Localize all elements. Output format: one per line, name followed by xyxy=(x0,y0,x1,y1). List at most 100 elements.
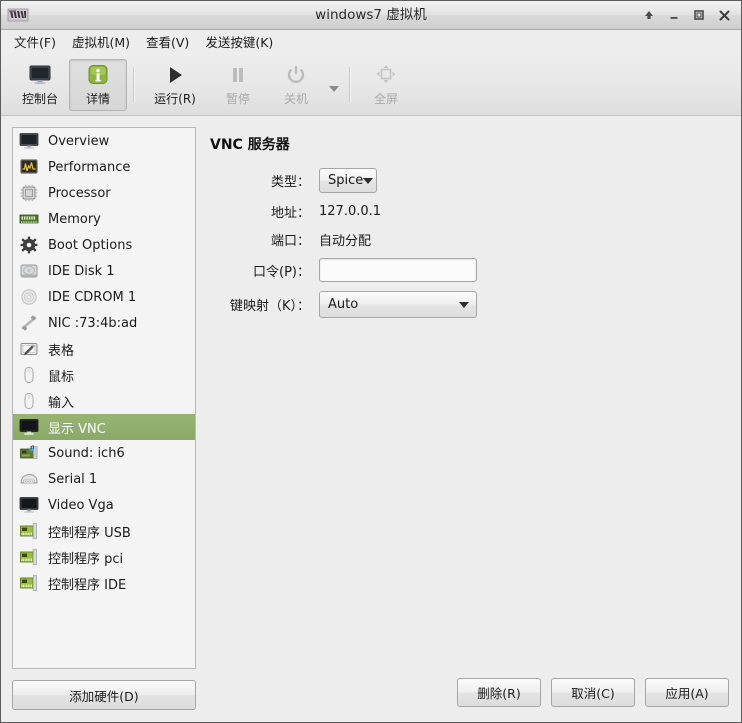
chevron-down-icon xyxy=(363,177,374,184)
toolbar: 控制台 详情 运行(R) 暂停 关机 全屏 xyxy=(1,54,741,116)
sidebar-item-controller-ide[interactable]: 控制程序 IDE xyxy=(13,570,195,596)
password-input[interactable] xyxy=(319,258,477,282)
sidebar-item-display-vnc[interactable]: 显示 VNC xyxy=(13,414,195,440)
toolbar-fullscreen-button[interactable]: 全屏 xyxy=(357,59,415,111)
menu-file[interactable]: 文件(F) xyxy=(6,32,64,53)
sidebar-item-nic[interactable]: NIC :73:4b:ad xyxy=(13,310,195,336)
add-hardware-button[interactable]: 添加硬件(D) xyxy=(12,680,196,710)
toolbar-pause-label: 暂停 xyxy=(225,91,250,106)
toolbar-details-button[interactable]: 详情 xyxy=(69,58,127,111)
delete-button[interactable]: 删除(R) xyxy=(457,677,541,707)
tablet-pen-icon xyxy=(18,339,40,359)
pause-icon xyxy=(226,63,250,87)
controller-card-icon xyxy=(18,573,40,593)
close-button[interactable] xyxy=(716,7,732,23)
sidebar-item-label: NIC :73:4b:ad xyxy=(48,315,138,331)
type-label: 类型： xyxy=(270,175,310,190)
toolbar-console-button[interactable]: 控制台 xyxy=(11,59,69,111)
toolbar-shutdown-dropdown-arrow[interactable] xyxy=(325,59,343,111)
controller-card-icon xyxy=(18,547,40,567)
keymap-value: Auto xyxy=(328,297,359,312)
page-title: VNC 服务器 xyxy=(210,137,290,153)
sidebar-item-label: Memory xyxy=(48,211,101,227)
port-label: 端口： xyxy=(270,234,310,249)
sidebar-item-label: IDE Disk 1 xyxy=(48,263,115,279)
gear-icon xyxy=(18,235,40,255)
sidebar-item-mouse[interactable]: 鼠标 xyxy=(13,362,195,388)
keymap-combo-wrap: Auto xyxy=(319,291,570,318)
type-combo[interactable]: Spice xyxy=(319,168,377,193)
shade-button[interactable] xyxy=(641,7,657,23)
fullscreen-icon xyxy=(374,63,398,87)
toolbar-shutdown-label: 关机 xyxy=(283,91,308,106)
window-title: windows7 虚拟机 xyxy=(315,7,427,23)
window-controls xyxy=(641,7,741,23)
monitor-icon xyxy=(28,63,52,87)
toolbar-fullscreen-label: 全屏 xyxy=(373,91,398,106)
menu-view[interactable]: 查看(V) xyxy=(138,32,197,53)
sidebar-item-label: Sound: ich6 xyxy=(48,445,125,461)
toolbar-shutdown-button[interactable]: 关机 xyxy=(267,59,325,111)
address-value: 127.0.0.1 xyxy=(319,204,382,219)
sidebar-item-ide-disk-1[interactable]: IDE Disk 1 xyxy=(13,258,195,284)
sound-card-icon xyxy=(18,443,40,463)
sidebar-item-label: 显示 VNC xyxy=(48,421,106,437)
serial-port-icon xyxy=(18,469,40,489)
password-label: 口令(P)： xyxy=(253,264,310,280)
sidebar-item-boot-options[interactable]: Boot Options xyxy=(13,232,195,258)
cdrom-disc-icon xyxy=(18,287,40,307)
left-column: Overview Performance Processor Memory Bo… xyxy=(12,127,196,722)
sidebar-item-sound[interactable]: Sound: ich6 xyxy=(13,440,195,466)
type-combo-wrap: Spice xyxy=(319,168,570,193)
sidebar-item-performance[interactable]: Performance xyxy=(13,154,195,180)
menu-virtual-machine[interactable]: 虚拟机(M) xyxy=(64,32,138,53)
chevron-down-icon xyxy=(459,301,469,308)
sidebar-item-video-vga[interactable]: Video Vga xyxy=(13,492,195,518)
toolbar-separator-1 xyxy=(133,66,135,103)
hardware-device-list[interactable]: Overview Performance Processor Memory Bo… xyxy=(12,127,196,669)
apply-button[interactable]: 应用(A) xyxy=(645,677,729,707)
sidebar-item-ide-cdrom-1[interactable]: IDE CDROM 1 xyxy=(13,284,195,310)
sidebar-item-processor[interactable]: Processor xyxy=(13,180,195,206)
monitor-icon xyxy=(18,131,40,151)
controller-card-icon xyxy=(18,521,40,541)
sidebar-item-label: 输入 xyxy=(48,395,75,411)
type-value: Spice xyxy=(328,173,364,188)
content-area: Overview Performance Processor Memory Bo… xyxy=(1,116,741,722)
port-value: 自动分配 xyxy=(319,234,372,249)
sidebar-item-serial-1[interactable]: Serial 1 xyxy=(13,466,195,492)
toolbar-details-label: 详情 xyxy=(85,91,110,106)
sidebar-item-memory[interactable]: Memory xyxy=(13,206,195,232)
performance-graph-icon xyxy=(18,157,40,177)
info-icon xyxy=(86,63,110,87)
sidebar-item-label: Serial 1 xyxy=(48,471,98,487)
toolbar-run-button[interactable]: 运行(R) xyxy=(141,59,209,111)
add-hardware-label: 添加硬件(D) xyxy=(69,688,139,704)
sidebar-item-input[interactable]: 输入 xyxy=(13,388,195,414)
password-field-wrap xyxy=(319,258,570,282)
action-bar: 删除(R) 取消(C) 应用(A) xyxy=(445,674,741,722)
cpu-chip-icon xyxy=(18,183,40,203)
maximize-button[interactable] xyxy=(691,7,707,23)
toolbar-run-label: 运行(R) xyxy=(154,91,196,106)
address-label: 地址： xyxy=(270,206,310,221)
sidebar-item-overview[interactable]: Overview xyxy=(13,128,195,154)
sidebar-item-tablet[interactable]: 表格 xyxy=(13,336,195,362)
sidebar-item-controller-usb[interactable]: 控制程序 USB xyxy=(13,518,195,544)
network-cable-icon xyxy=(18,313,40,333)
sidebar-item-label: 控制程序 USB xyxy=(48,525,131,541)
toolbar-pause-button[interactable]: 暂停 xyxy=(209,59,267,111)
power-icon xyxy=(284,63,308,87)
toolbar-console-label: 控制台 xyxy=(21,91,58,106)
sidebar-item-controller-pci[interactable]: 控制程序 pci xyxy=(13,544,195,570)
sidebar-item-label: Performance xyxy=(48,159,131,175)
menu-send-key[interactable]: 发送按键(K) xyxy=(197,32,281,53)
cancel-button[interactable]: 取消(C) xyxy=(551,677,635,707)
toolbar-separator-2 xyxy=(349,66,351,103)
vm-logo-icon xyxy=(7,6,29,24)
minimize-button[interactable] xyxy=(666,7,682,23)
monitor-icon xyxy=(18,495,40,515)
sidebar-item-label: Video Vga xyxy=(48,497,114,513)
keymap-combo[interactable]: Auto xyxy=(319,291,477,318)
play-icon xyxy=(163,63,187,87)
